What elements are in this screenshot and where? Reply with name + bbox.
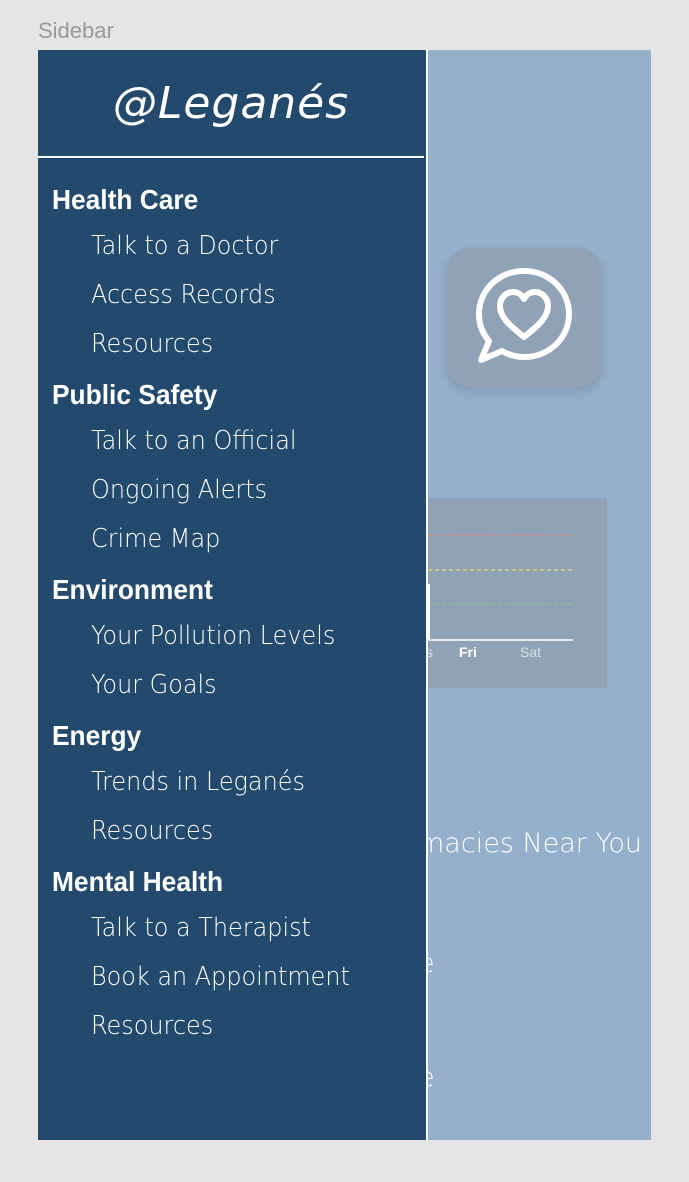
frame-label: Sidebar xyxy=(38,18,114,43)
section-title-energy[interactable]: Energy xyxy=(52,714,402,758)
chart-day-label: Sat xyxy=(520,644,542,660)
nav-item-talk-to-an-official[interactable]: Talk to an Official xyxy=(91,417,397,466)
nav-item-access-records[interactable]: Access Records xyxy=(91,271,397,320)
section-environment: Environment Your Pollution Levels Your G… xyxy=(38,568,424,710)
section-title-health-care[interactable]: Health Care xyxy=(52,178,402,222)
sidebar-nav: Health Care Talk to a Doctor Access Reco… xyxy=(38,178,424,1055)
nav-item-mental-health-resources[interactable]: Resources xyxy=(91,1002,397,1051)
nav-item-talk-to-a-doctor[interactable]: Talk to a Doctor xyxy=(91,222,397,271)
section-energy: Energy Trends in Leganés Resources xyxy=(38,714,424,856)
section-title-mental-health[interactable]: Mental Health xyxy=(52,860,402,904)
nav-item-your-goals[interactable]: Your Goals xyxy=(91,661,397,710)
heart-chat-bubble-icon xyxy=(469,261,579,375)
section-title-public-safety[interactable]: Public Safety xyxy=(52,373,402,417)
nav-item-talk-to-a-therapist[interactable]: Talk to a Therapist xyxy=(91,904,397,953)
app-icon-tile[interactable] xyxy=(446,248,602,388)
nav-item-book-an-appointment[interactable]: Book an Appointment xyxy=(91,953,397,1002)
sidebar: @Leganés Health Care Talk to a Doctor Ac… xyxy=(38,50,428,1140)
nav-item-ongoing-alerts[interactable]: Ongoing Alerts xyxy=(91,466,397,515)
app-frame: s Fri Sat macies Near You e e @Leganés H… xyxy=(38,50,651,1140)
chart-day-label: Fri xyxy=(459,644,477,660)
brand-title[interactable]: @Leganés xyxy=(38,50,424,158)
nav-item-health-resources[interactable]: Resources xyxy=(91,320,397,369)
section-public-safety: Public Safety Talk to an Official Ongoin… xyxy=(38,373,424,564)
section-title-environment[interactable]: Environment xyxy=(52,568,402,612)
nav-item-your-pollution-levels[interactable]: Your Pollution Levels xyxy=(91,612,397,661)
nav-item-crime-map[interactable]: Crime Map xyxy=(91,515,397,564)
nav-item-trends-in-leganes[interactable]: Trends in Leganés xyxy=(91,758,397,807)
pharmacies-link[interactable]: macies Near You xyxy=(418,828,642,859)
section-mental-health: Mental Health Talk to a Therapist Book a… xyxy=(38,860,424,1051)
section-health-care: Health Care Talk to a Doctor Access Reco… xyxy=(38,178,424,369)
nav-item-energy-resources[interactable]: Resources xyxy=(91,807,397,856)
